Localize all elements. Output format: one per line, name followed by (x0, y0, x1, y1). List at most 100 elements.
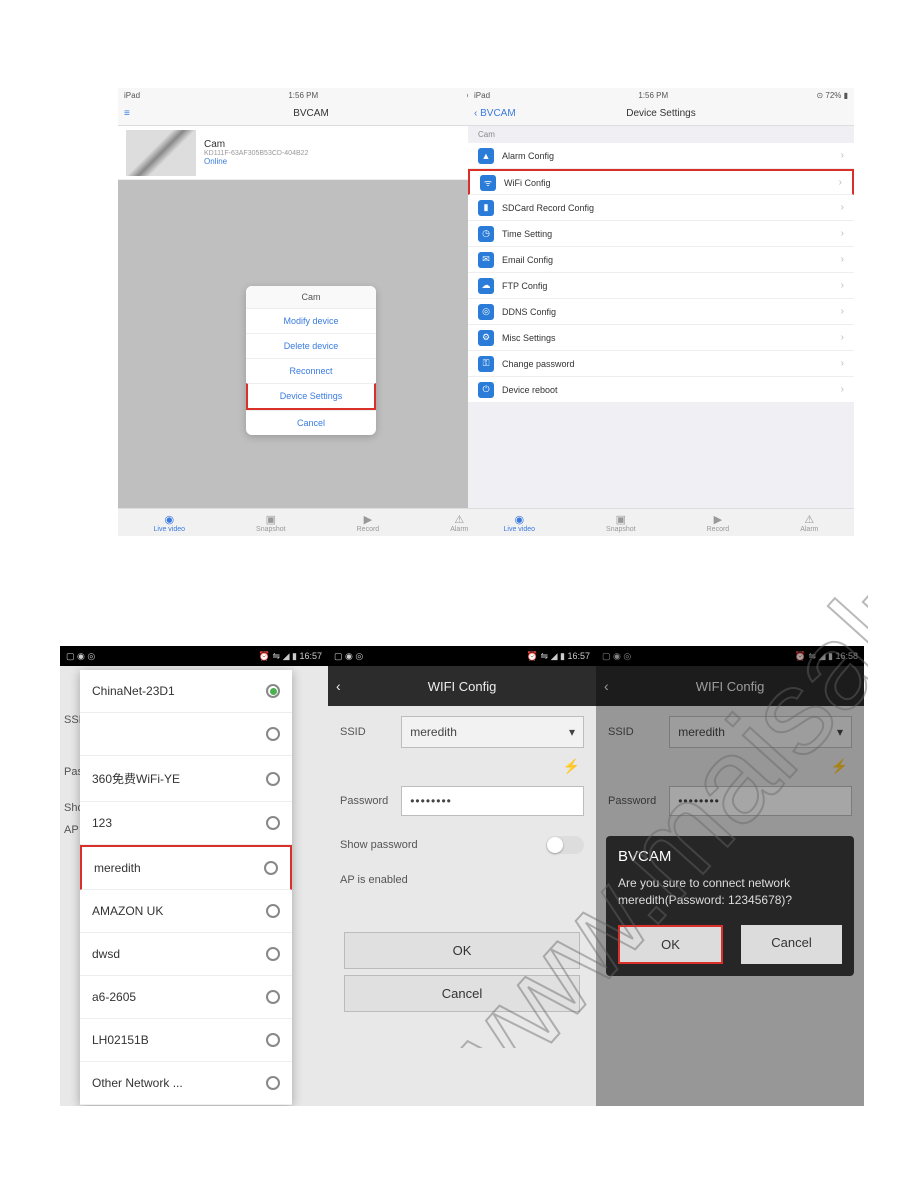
cancel-button[interactable]: Cancel (344, 975, 580, 1012)
row-device-reboot[interactable]: ⏻Device reboot› (468, 377, 854, 403)
row-ftp-config[interactable]: ☁FTP Config› (468, 273, 854, 299)
row-email-config[interactable]: ✉Email Config› (468, 247, 854, 273)
sheet-title: Cam (246, 286, 376, 308)
bolt-icon: ⚡ (831, 758, 848, 775)
ssid-dropdown[interactable]: meredith▾ (669, 716, 852, 748)
chevron-down-icon: ▾ (569, 725, 575, 739)
wifi-option[interactable]: dwsd (80, 933, 292, 976)
wifi-option[interactable]: 360免费WiFi-YE (80, 756, 292, 802)
row-ddns-config[interactable]: ◎DDNS Config› (468, 299, 854, 325)
wifi-icon: ᯤ (480, 175, 496, 191)
device-name: Cam (204, 139, 308, 150)
device-thumbnail (126, 130, 196, 176)
status-bar: iPad 1:56 PM ⊕ 72% ▮ (118, 88, 504, 102)
header-title: BVCAM (293, 108, 329, 119)
ssid-picker[interactable]: ChinaNet-23D1 360免费WiFi-YE 123 meredith … (80, 670, 292, 1105)
ssid-row: SSID meredith▾ (328, 706, 596, 758)
row-sdcard-config[interactable]: ▮SDCard Record Config› (468, 195, 854, 221)
wifi-option[interactable]: LH02151B (80, 1019, 292, 1062)
device-row[interactable]: Cam KD111F-63AF305B53CD-404B22 Online ⚙ (118, 126, 504, 180)
dialog-title: BVCAM (618, 848, 842, 865)
wifi-option-meredith[interactable]: meredith (80, 845, 292, 890)
radio-icon (266, 772, 280, 786)
radio-selected-icon (266, 684, 280, 698)
status-bar: ▢ ◉ ◎ ⏰ ⇋ ◢ ▮ 16:58 (596, 646, 864, 666)
screen-title-bar: ‹ WIFI Config (328, 666, 596, 706)
wifi-option[interactable]: AMAZON UK (80, 890, 292, 933)
key-icon: ⚿ (478, 356, 494, 372)
sdcard-icon: ▮ (478, 200, 494, 216)
tab-live-video[interactable]: ◉Live video (154, 513, 186, 533)
chevron-right-icon: › (841, 306, 844, 317)
back-icon[interactable]: ‹ (336, 678, 341, 694)
back-button[interactable]: ‹ BVCAM (474, 108, 516, 119)
ok-button[interactable]: OK (344, 932, 580, 969)
wifi-option[interactable]: 123 (80, 802, 292, 845)
tab-alarm[interactable]: ⚠Alarm (450, 513, 468, 533)
back-icon[interactable]: ‹ (604, 678, 609, 694)
sheet-delete[interactable]: Delete device (246, 333, 376, 358)
ssid-label: SSID (340, 726, 401, 738)
snapshot-icon: ▣ (606, 513, 636, 526)
status-left: ▢ ◉ ◎ (66, 651, 95, 662)
radio-icon (266, 1033, 280, 1047)
dialog-ok-button[interactable]: OK (618, 925, 723, 964)
device-status: Online (204, 157, 308, 166)
video-icon: ◉ (504, 513, 536, 526)
ssid-dropdown[interactable]: meredith▾ (401, 716, 584, 748)
chevron-right-icon: › (841, 254, 844, 265)
chevron-right-icon: › (841, 332, 844, 343)
status-time: 1:56 PM (638, 91, 668, 100)
alarm-icon: ⚠ (800, 513, 818, 526)
row-time-setting[interactable]: ◷Time Setting› (468, 221, 854, 247)
status-left: ▢ ◉ ◎ (602, 651, 631, 662)
chevron-right-icon: › (841, 228, 844, 239)
wifi-option[interactable]: a6-2605 (80, 976, 292, 1019)
wifi-option[interactable]: ChinaNet-23D1 (80, 670, 292, 713)
radio-icon (264, 861, 278, 875)
tab-snapshot[interactable]: ▣Snapshot (606, 513, 636, 533)
radio-icon (266, 727, 280, 741)
sheet-modify[interactable]: Modify device (246, 308, 376, 333)
row-wifi-config[interactable]: ᯤWiFi Config› (468, 169, 854, 195)
status-time: 1:56 PM (288, 91, 318, 100)
row-alarm-config[interactable]: ▲Alarm Config› (468, 143, 854, 169)
chevron-right-icon: › (841, 280, 844, 291)
wifi-option-other[interactable]: Other Network ... (80, 1062, 292, 1105)
tab-alarm[interactable]: ⚠Alarm (800, 513, 818, 533)
chevron-right-icon: › (841, 202, 844, 213)
status-bar: ▢ ◉ ◎ ⏰ ⇋ ◢ ▮ 16:57 (60, 646, 328, 666)
radio-icon (266, 904, 280, 918)
dialog-cancel-button[interactable]: Cancel (741, 925, 842, 964)
show-password-row[interactable]: Show password (328, 826, 596, 864)
ap-enabled-label: AP is enabled (340, 874, 500, 886)
confirm-dialog: BVCAM Are you sure to connect network me… (606, 836, 854, 976)
status-bar: ▢ ◉ ◎ ⏰ ⇋ ◢ ▮ 16:57 (328, 646, 596, 666)
tab-record[interactable]: ▶Record (707, 513, 730, 533)
status-right: ⏰ ⇋ ◢ ▮ 16:57 (259, 651, 322, 662)
tab-snapshot[interactable]: ▣Snapshot (256, 513, 286, 533)
password-input[interactable]: •••••••• (669, 786, 852, 816)
row-change-password[interactable]: ⚿Change password› (468, 351, 854, 377)
power-icon: ⏻ (478, 382, 494, 398)
sheet-cancel[interactable]: Cancel (246, 410, 376, 435)
email-icon: ✉ (478, 252, 494, 268)
chevron-right-icon: › (841, 150, 844, 161)
password-input[interactable]: •••••••• (401, 786, 584, 816)
menu-icon[interactable]: ≡ (124, 108, 130, 119)
show-password-toggle[interactable] (546, 836, 584, 854)
chevron-right-icon: › (841, 384, 844, 395)
password-label: Password (608, 795, 669, 807)
header-title: Device Settings (626, 108, 695, 119)
sheet-reconnect[interactable]: Reconnect (246, 358, 376, 383)
tab-record[interactable]: ▶Record (357, 513, 380, 533)
radio-icon (266, 947, 280, 961)
sheet-device-settings[interactable]: Device Settings (246, 383, 376, 410)
row-misc-settings[interactable]: ⚙Misc Settings› (468, 325, 854, 351)
tab-live-video[interactable]: ◉Live video (504, 513, 536, 533)
status-device: iPad (124, 91, 140, 100)
action-sheet: Cam Modify device Delete device Reconnec… (246, 286, 376, 435)
section-label: Cam (468, 126, 854, 143)
chevron-right-icon: › (841, 358, 844, 369)
wifi-option[interactable] (80, 713, 292, 756)
